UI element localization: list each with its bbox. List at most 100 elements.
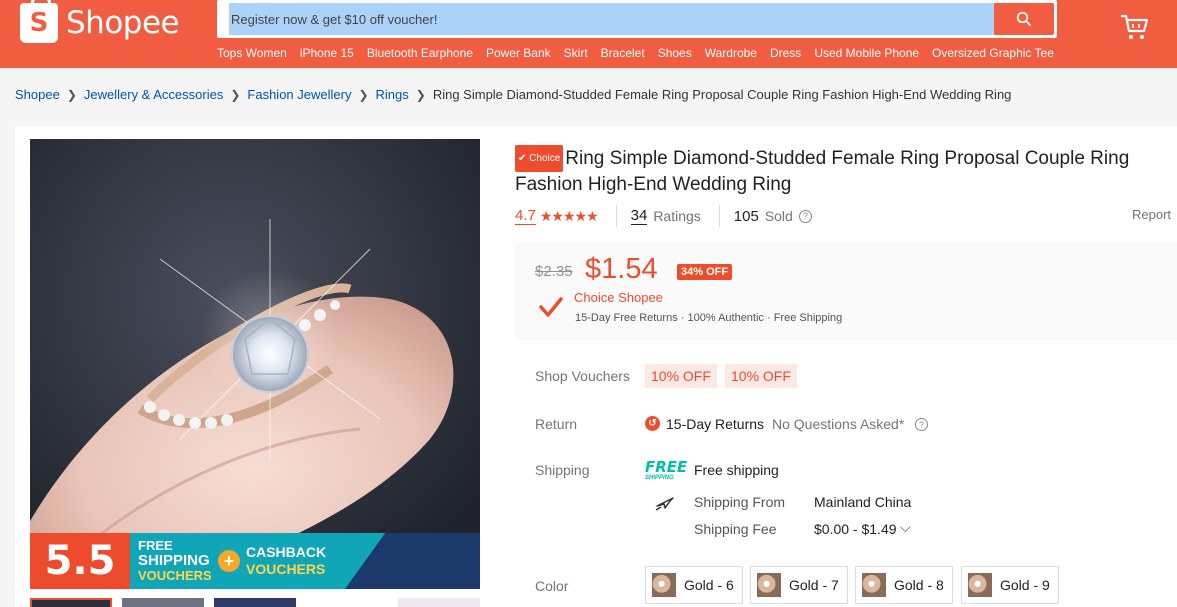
voucher-tag[interactable]: 10% OFF [725,364,797,388]
divider [718,205,720,227]
color-thumbnail [968,573,992,597]
promo-banner: 5.5 FREE SHIPPING VOUCHERS + CASHBACK VO… [30,533,480,589]
choice-benefits: 15-Day Free Returns · 100% Authentic · F… [575,312,843,324]
plane-icon [655,497,674,511]
promo-vouchers: FREE SHIPPING VOUCHERS + CASHBACK VOUCHE… [130,533,460,589]
chevron-down-icon[interactable]: ⌵ [900,519,911,536]
color-option-label: Gold - 7 [789,577,839,593]
current-price: $1.54 [585,253,658,285]
shopee-bag-icon: S [20,0,58,43]
product-image[interactable] [30,139,480,589]
discount-badge: 34% OFF [677,264,733,280]
shipping-from-label: Shipping From [694,494,786,510]
return-label: Return [535,416,578,432]
promo-text: VOUCHERS [138,568,212,583]
return-icon: ↺ [645,416,660,431]
color-option[interactable]: Gold - 7 [750,566,848,604]
ratings-count[interactable]: 34 [630,207,648,225]
shipping-from-value: Mainland China [814,494,912,510]
cart-icon[interactable] [1118,12,1150,42]
search-input[interactable] [229,3,1002,35]
hot-word[interactable]: Power Bank [486,46,551,60]
return-note: No Questions Asked* [772,416,905,432]
thumbnail[interactable] [122,598,204,607]
breadcrumb-current: Ring Simple Diamond-Studded Female Ring … [432,87,1012,102]
help-icon[interactable]: ? [915,418,928,431]
divider [615,205,617,227]
color-option[interactable]: Gold - 8 [855,566,953,604]
hot-word[interactable]: iPhone 15 [300,46,354,60]
hot-word[interactable]: Bracelet [601,46,645,60]
sold-label: Sold [764,208,793,224]
hot-word[interactable]: Dress [770,46,801,60]
breadcrumb-link[interactable]: Shopee [15,87,60,102]
logo-text: Shopee [66,5,180,41]
breadcrumb-link[interactable]: Fashion Jewellery [247,87,351,102]
chevron-right-icon: ❯ [66,87,77,102]
promo-text: CASHBACK [246,544,327,560]
promo-text: VOUCHERS [246,561,326,577]
promo-date: 5.5 [30,533,130,589]
thumbnail[interactable] [398,598,480,607]
color-option-label: Gold - 8 [894,577,944,593]
color-option-label: Gold - 9 [1000,577,1050,593]
ring-photo [30,139,480,589]
banner-tail [460,533,480,589]
choice-badge: ✔ Choice [515,145,564,172]
hot-word[interactable]: Oversized Graphic Tee [932,46,1054,60]
rating-value[interactable]: 4.7 [515,207,536,225]
hot-word[interactable]: Tops Women [217,46,287,60]
help-icon[interactable]: ? [798,209,812,223]
color-option[interactable]: Gold - 9 [961,566,1059,604]
shipping-fee-value[interactable]: $0.00 - $1.49 [814,521,897,537]
rating-row: 4.7 ★★★★★ 34 Ratings 105 Sold ? [515,205,812,227]
choice-shopee[interactable]: Choice Shopee [574,290,663,305]
voucher-tag[interactable]: 10% OFF [645,364,717,388]
hot-word[interactable]: Skirt [564,46,588,60]
breadcrumb-link[interactable]: Rings [376,87,409,102]
original-price: $2.35 [535,263,573,280]
hot-word[interactable]: Wardrobe [705,46,757,60]
top-header: S Shopee Tops Women iPhone 15 Bluetooth … [0,0,1177,68]
image-thumbnails [30,598,490,607]
shipping-fee-label: Shipping Fee [694,521,777,537]
title-text: Ring Simple Diamond-Studded Female Ring … [515,148,1130,195]
promo-text: FREE [138,538,173,553]
search-icon [1016,11,1031,26]
thumbnail[interactable] [306,598,388,607]
return-value: 15-Day Returns [666,416,765,432]
thumbnail[interactable] [214,598,296,607]
color-thumbnail [862,573,886,597]
chevron-right-icon: ❯ [230,87,241,102]
search-bar [217,0,1057,38]
free-logo-text: SHIPPING [645,475,674,481]
report-link[interactable]: Report [1132,207,1171,222]
shipping-label: Shipping [535,462,590,478]
hot-search-words: Tops Women iPhone 15 Bluetooth Earphone … [217,46,1067,60]
color-option[interactable]: Gold - 6 [645,566,743,604]
thumbnail[interactable] [30,598,112,607]
check-icon [539,297,563,317]
hot-word[interactable]: Used Mobile Phone [814,46,919,60]
promo-text: SHIPPING [138,552,210,569]
plus-icon: + [218,550,240,572]
shop-vouchers-label: Shop Vouchers [535,368,630,384]
breadcrumb: Shopee ❯ Jewellery & Accessories ❯ Fashi… [15,87,1011,102]
free-shipping-text: Free shipping [694,462,779,478]
search-button[interactable] [994,3,1054,35]
color-thumbnail [652,573,676,597]
shopee-logo[interactable]: S Shopee [20,0,180,43]
star-rating-icon: ★★★★★ [539,207,599,224]
free-shipping-icon: FREE SHIPPING [645,460,687,484]
sold-count: 105 [733,207,759,225]
breadcrumb-link[interactable]: Jewellery & Accessories [84,87,223,102]
chevron-right-icon: ❯ [358,87,369,102]
color-thumbnail [757,573,781,597]
hot-word[interactable]: Bluetooth Earphone [367,46,473,60]
chevron-right-icon: ❯ [415,87,426,102]
product-title: ✔ Choice Ring Simple Diamond-Studded Fema… [515,145,1165,197]
ratings-label: Ratings [653,208,701,224]
free-logo-text: FREE [645,458,688,476]
color-option-label: Gold - 6 [684,577,734,593]
hot-word[interactable]: Shoes [658,46,692,60]
